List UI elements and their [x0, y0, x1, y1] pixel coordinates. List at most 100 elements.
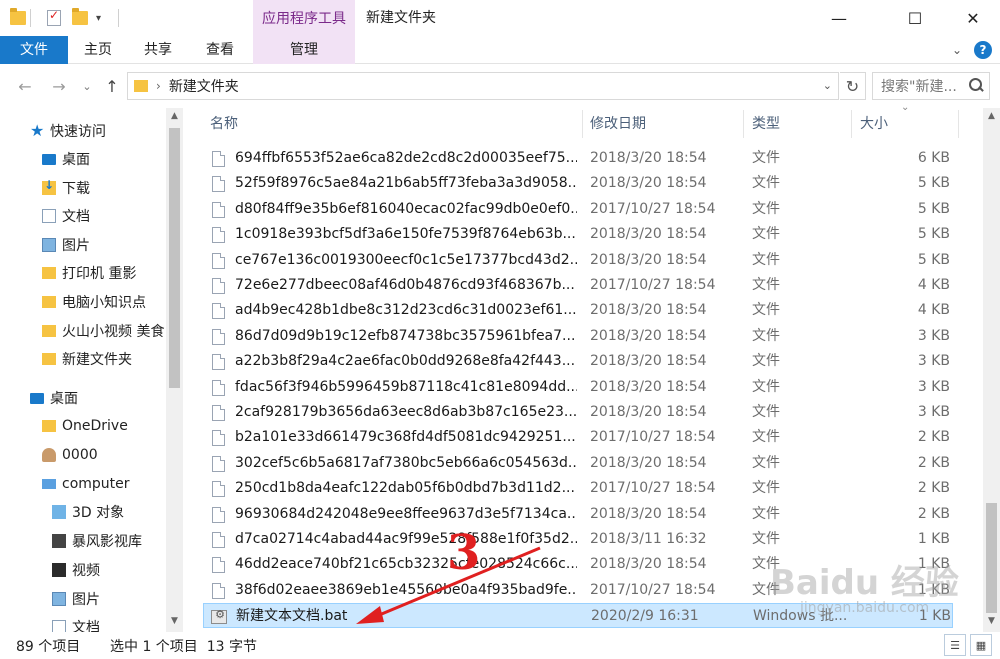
file-name: ad4b9ec428b1dbe8c312d23cd6c31d0023ef61..… [235, 302, 577, 319]
scroll-down-arrow-icon[interactable]: ▼ [983, 616, 1000, 626]
file-type: 文件 [752, 480, 780, 497]
nav-item-downloads[interactable]: 下载📌 [42, 174, 184, 202]
tab-manage[interactable]: 管理 [253, 36, 355, 64]
forward-button[interactable]: → [48, 75, 70, 97]
nav-item-computer[interactable]: computer [42, 470, 184, 498]
refresh-button[interactable]: ↻ [840, 72, 866, 100]
nav-item-new-folder[interactable]: 新建文件夹 [42, 345, 184, 373]
column-header-type[interactable]: 类型 [752, 110, 780, 136]
file-row[interactable]: 86d7d09d9b19c12efb874738bc3575961bfea7..… [203, 324, 953, 349]
file-row[interactable]: 72e6e277dbeec08af46d0b4876cd93f468367b..… [203, 273, 953, 298]
search-icon[interactable] [969, 78, 983, 92]
file-name: d80f84ff9e35b6ef816040ecac02fac99db0e0ef… [235, 200, 577, 217]
column-header-date[interactable]: 修改日期 [590, 110, 646, 136]
column-divider[interactable] [851, 110, 852, 138]
new-folder-icon[interactable] [72, 7, 88, 29]
customize-toolbar-icon[interactable]: ▾ [96, 7, 101, 29]
file-row[interactable]: ce767e136c0019300eecf0c1c5e17377bcd43d2.… [203, 248, 953, 273]
nav-item-desktop-pinned[interactable]: 桌面📌 [42, 145, 184, 173]
file-type: 文件 [752, 327, 780, 344]
nav-item-videos[interactable]: 视频 [52, 556, 184, 584]
file-date: 2018/3/20 18:54 [590, 226, 707, 243]
nav-scroll-thumb[interactable] [169, 128, 180, 388]
maximize-button[interactable]: ☐ [892, 0, 938, 36]
file-row[interactable]: b2a101e33d661479c368fd4df5081dc9429251..… [203, 425, 953, 450]
column-divider[interactable] [958, 110, 959, 138]
breadcrumb-current[interactable]: 新建文件夹 [169, 76, 239, 96]
file-list-scrollbar[interactable]: ▲ ▼ [983, 108, 1000, 632]
file-icon [212, 430, 225, 447]
search-input[interactable]: 搜索"新建... [872, 72, 990, 100]
file-row[interactable]: 2caf928179b3656da63eec8d6ab3b87c165e23..… [203, 400, 953, 425]
ribbon-collapse-icon[interactable]: ⌄ [948, 41, 966, 59]
nav-item-pc-tips[interactable]: 电脑小知识点 [42, 288, 184, 316]
file-row[interactable]: 250cd1b8da4eafc122dab05f6b0dbd7b3d11d2..… [203, 476, 953, 501]
details-view-icon[interactable]: ☰ [944, 634, 966, 656]
sort-indicator-icon: ⌄ [901, 102, 910, 113]
large-icons-view-icon[interactable]: ▦ [970, 634, 992, 656]
nav-item-user[interactable]: 0000 [42, 441, 184, 469]
nav-item-baofeng[interactable]: 暴风影视库 [52, 527, 184, 555]
help-button[interactable]: ? [974, 41, 992, 59]
scroll-up-arrow-icon[interactable]: ▲ [983, 111, 1000, 121]
address-dropdown-icon[interactable]: ⌄ [823, 79, 832, 92]
column-header-name[interactable]: 名称 [210, 110, 238, 136]
minimize-button[interactable]: — [816, 0, 862, 36]
file-row[interactable]: a22b3b8f29a4c2ae6fac0b0dd9268e8fa42f443.… [203, 349, 953, 374]
breadcrumb-separator[interactable]: › [156, 79, 161, 93]
tab-view[interactable]: 查看 [194, 36, 246, 64]
file-type: 文件 [752, 150, 780, 166]
file-size: 5 KB [917, 226, 950, 243]
nav-item-3d-objects[interactable]: 3D 对象 [52, 498, 184, 526]
column-header-size[interactable]: 大小 [860, 110, 888, 136]
nav-item-huoshan[interactable]: 火山小视频 美食 [42, 317, 184, 345]
properties-icon[interactable] [47, 7, 61, 29]
file-name: fdac56f3f946b5996459b87118c41c81e8094dd.… [235, 378, 577, 395]
up-button[interactable]: ↑ [101, 75, 123, 97]
address-bar[interactable]: › 新建文件夹 ⌄ [127, 72, 839, 100]
close-button[interactable]: ✕ [950, 0, 996, 36]
file-row[interactable]: 96930684d242048e9ee8ffee9637d3e5f7134ca.… [203, 502, 953, 527]
nav-item-pictures-2[interactable]: 图片 [52, 585, 184, 613]
column-divider[interactable] [743, 110, 744, 138]
desktop-icon [30, 392, 44, 404]
file-list-scroll-thumb[interactable] [986, 503, 997, 613]
nav-item-desktop[interactable]: 桌面 [30, 384, 184, 412]
window-folder-icon[interactable] [10, 7, 26, 29]
file-row[interactable]: fdac56f3f946b5996459b87118c41c81e8094dd.… [203, 375, 953, 400]
scroll-up-arrow-icon[interactable]: ▲ [166, 111, 183, 121]
column-divider[interactable] [582, 110, 583, 138]
nav-item-quick-access[interactable]: ★ 快速访问 [30, 117, 184, 145]
nav-item-printer[interactable]: 打印机 重影 [42, 259, 184, 287]
tab-home[interactable]: 主页 [72, 36, 124, 64]
back-button[interactable]: ← [14, 75, 36, 97]
file-row[interactable]: 694ffbf6553f52ae6ca82de2cd8c2d00035eef75… [203, 146, 953, 171]
file-row[interactable]: ad4b9ec428b1dbe8c312d23cd6c31d0023ef61..… [203, 298, 953, 323]
nav-item-label: 桌面 [62, 152, 90, 168]
nav-item-label: 打印机 重影 [62, 266, 137, 282]
tab-share[interactable]: 共享 [132, 36, 184, 64]
file-icon [212, 303, 225, 320]
recent-locations-button[interactable]: ⌄ [76, 75, 98, 97]
title-bar: ▾ 应用程序工具 新建文件夹 — ☐ ✕ [0, 0, 1000, 36]
file-row[interactable]: 1c0918e393bcf5df3a6e150fe7539f8764eb63b.… [203, 222, 953, 247]
file-icon [212, 506, 225, 523]
file-size: 6 KB [917, 150, 950, 166]
picture-icon [52, 592, 66, 606]
file-row[interactable]: 52f59f8976c5ae84a21b6ab5ff73feba3a3d9058… [203, 171, 953, 196]
file-name: a22b3b8f29a4c2ae6fac0b0dd9268e8fa42f443.… [235, 353, 576, 370]
nav-item-pictures[interactable]: 图片📌 [42, 231, 184, 259]
nav-item-label: 桌面 [50, 391, 78, 407]
file-row[interactable]: 302cef5c6b5a6817af7380bc5eb66a6c054563d.… [203, 451, 953, 476]
nav-item-documents[interactable]: 文档📌 [42, 202, 184, 230]
file-date: 2018/3/20 18:54 [590, 505, 707, 522]
file-icon [212, 176, 225, 193]
scroll-down-arrow-icon[interactable]: ▼ [166, 616, 183, 626]
nav-item-onedrive[interactable]: OneDrive [42, 412, 184, 440]
nav-scrollbar[interactable]: ▲ ▼ [166, 108, 183, 632]
nav-item-documents-2[interactable]: 文档 [52, 613, 184, 632]
search-placeholder: 搜索"新建... [881, 79, 957, 95]
file-row[interactable]: d7ca02714c4abad44ac9f99e528f588e1f0f35d2… [203, 527, 953, 552]
file-row[interactable]: d80f84ff9e35b6ef816040ecac02fac99db0e0ef… [203, 197, 953, 222]
tab-file[interactable]: 文件 [0, 36, 68, 64]
